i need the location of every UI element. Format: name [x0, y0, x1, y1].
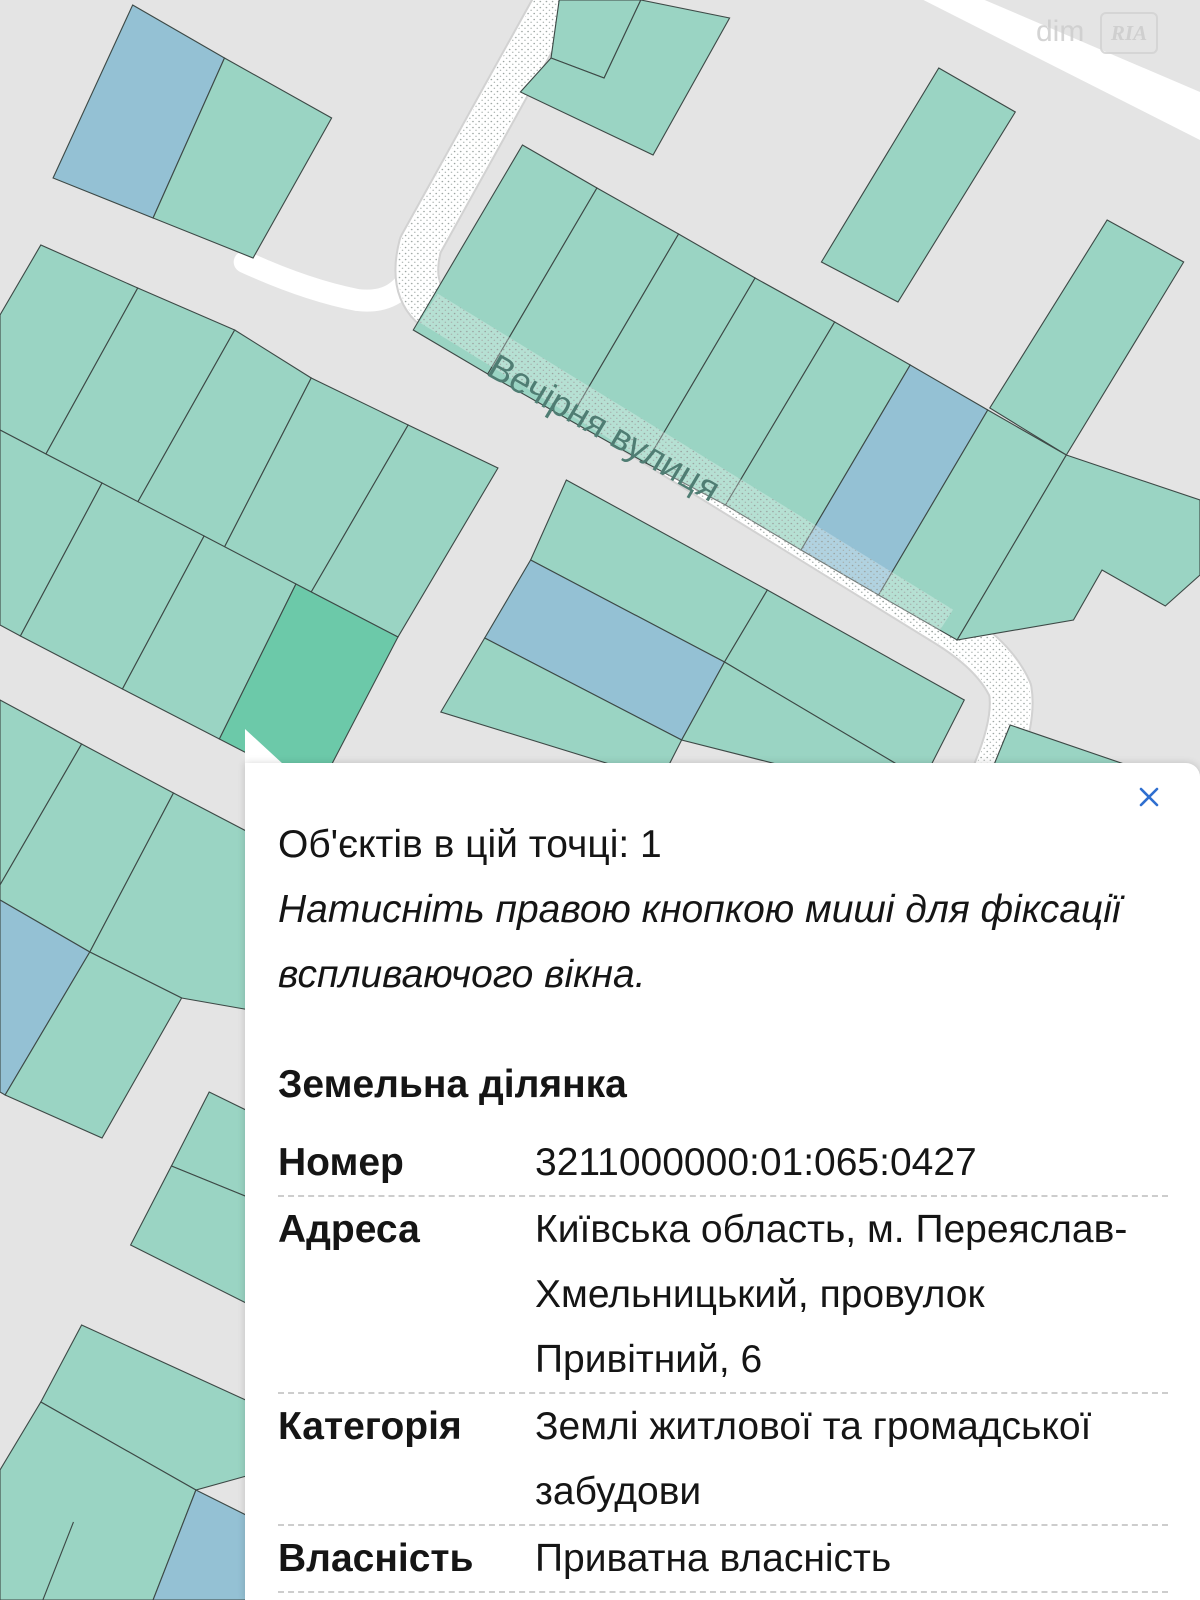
watermark-logo: RIA [1100, 12, 1158, 54]
info-row-number: Номер 3211000000:01:065:0427 [278, 1130, 1168, 1197]
watermark-site-text: dim [1036, 15, 1085, 48]
close-button[interactable] [1138, 786, 1160, 808]
row-label: Категорія [278, 1405, 462, 1448]
info-row-category: Категорія Землі житлової та громадської … [278, 1394, 1168, 1526]
info-row-ownership: Власність Приватна власність [278, 1526, 1168, 1593]
row-label: Номер [278, 1141, 404, 1184]
row-value: Землі житлової та громадської забудови [535, 1405, 1092, 1513]
close-icon[interactable] [1138, 786, 1160, 808]
objects-count-text: Об'єктів в цій точці: 1 [278, 823, 662, 866]
popup-hint-text: Натисніть правою кнопкою миші для фіксац… [278, 888, 1121, 996]
section-title: Земельна ділянка [278, 1063, 627, 1106]
parcel-info-table: Номер 3211000000:01:065:0427 Адреса Київ… [278, 1130, 1168, 1593]
row-value: Приватна власність [535, 1537, 892, 1580]
info-row-address: Адреса Київська область, м. Переяслав-Хм… [278, 1197, 1168, 1394]
row-value: 3211000000:01:065:0427 [535, 1141, 977, 1184]
row-label: Адреса [278, 1208, 420, 1251]
row-value: Київська область, м. Переяслав-Хмельниць… [535, 1208, 1128, 1381]
row-label: Власність [278, 1537, 474, 1580]
parcel-info-popup: Об'єктів в цій точці: 1 Натисніть правою… [245, 763, 1200, 1600]
